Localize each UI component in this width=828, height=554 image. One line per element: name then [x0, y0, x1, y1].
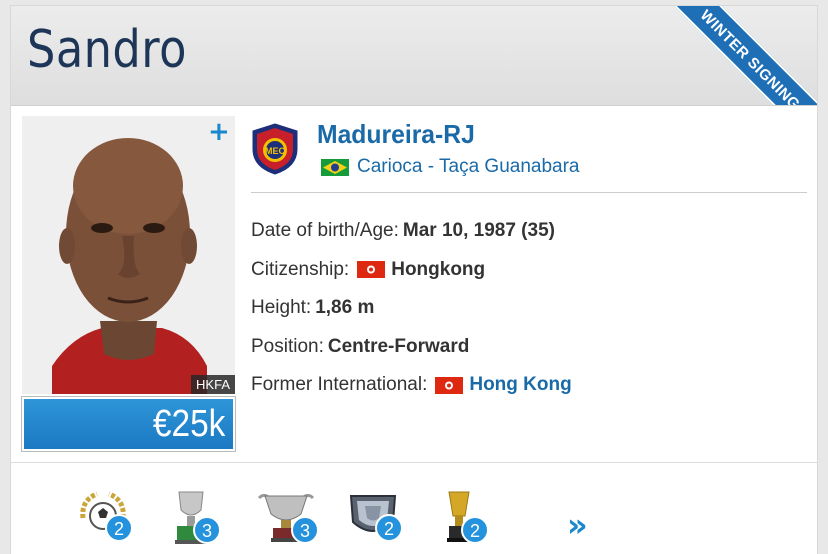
- trophy-count-badge: 2: [461, 516, 489, 544]
- league-name-link[interactable]: Carioca - Taça Guanabara: [357, 156, 580, 178]
- dob-row: Date of birth/Age: Mar 10, 1987 (35): [251, 212, 572, 251]
- position-row: Position: Centre-Forward: [251, 328, 572, 367]
- height-label: Height:: [251, 297, 312, 319]
- trophy-item[interactable]: 2: [345, 480, 405, 550]
- divider: [251, 192, 807, 193]
- citizenship-label: Citizenship:: [251, 258, 350, 280]
- club-name-link[interactable]: Madureira-RJ: [317, 119, 475, 150]
- league-row: Carioca - Taça Guanabara: [321, 156, 580, 178]
- player-card: Sandro WINTER SIGNING HKFA + €25k MEC Ma…: [10, 5, 818, 554]
- trophy-count-badge: 2: [105, 514, 133, 542]
- trophy-count-badge: 3: [193, 516, 221, 544]
- trophy-count-badge: 3: [291, 516, 319, 544]
- section-separator: [11, 462, 817, 463]
- player-header: Sandro WINTER SIGNING: [11, 6, 817, 106]
- svg-text:MEC: MEC: [265, 146, 286, 156]
- more-trophies-arrow-icon[interactable]: »: [567, 506, 588, 544]
- player-info-list: Date of birth/Age: Mar 10, 1987 (35) Cit…: [251, 212, 572, 405]
- former-international-label: Former International:: [251, 374, 428, 396]
- position-value: Centre-Forward: [327, 335, 470, 357]
- brazil-flag-icon: [321, 158, 349, 176]
- trophy-item[interactable]: 2: [435, 480, 495, 550]
- player-name: Sandro: [27, 20, 187, 80]
- club-crest-icon[interactable]: MEC: [251, 123, 299, 175]
- trophy-count-badge: 2: [375, 514, 403, 542]
- citizenship-value: Hongkong: [391, 258, 486, 280]
- former-international-link[interactable]: Hong Kong: [469, 374, 571, 396]
- former-international-row: Former International: Hong Kong: [251, 366, 572, 405]
- trophy-item[interactable]: 3: [255, 480, 319, 550]
- trophy-item[interactable]: 3: [163, 480, 223, 550]
- height-row: Height: 1,86 m: [251, 289, 572, 328]
- player-photo: HKFA: [22, 116, 235, 394]
- citizenship-row: Citizenship: Hongkong: [251, 251, 572, 290]
- hongkong-flag-icon: [435, 376, 464, 394]
- add-to-watchlist-button[interactable]: +: [208, 117, 230, 147]
- market-value: €25k: [152, 403, 225, 445]
- hongkong-flag-icon: [357, 261, 386, 279]
- market-value-box[interactable]: €25k: [21, 396, 236, 452]
- trophy-strip: 2 3 3 2 2: [11, 476, 817, 554]
- dob-value: Mar 10, 1987 (35): [402, 220, 555, 242]
- winter-signing-ribbon: WINTER SIGNING: [659, 6, 817, 105]
- trophy-item[interactable]: 2: [75, 480, 135, 550]
- height-value: 1,86 m: [315, 297, 375, 319]
- photo-credit: HKFA: [191, 375, 235, 394]
- dob-label: Date of birth/Age:: [251, 220, 399, 242]
- player-portrait-image: [22, 116, 235, 394]
- ribbon-label: WINTER SIGNING: [659, 6, 817, 105]
- position-label: Position:: [251, 335, 324, 357]
